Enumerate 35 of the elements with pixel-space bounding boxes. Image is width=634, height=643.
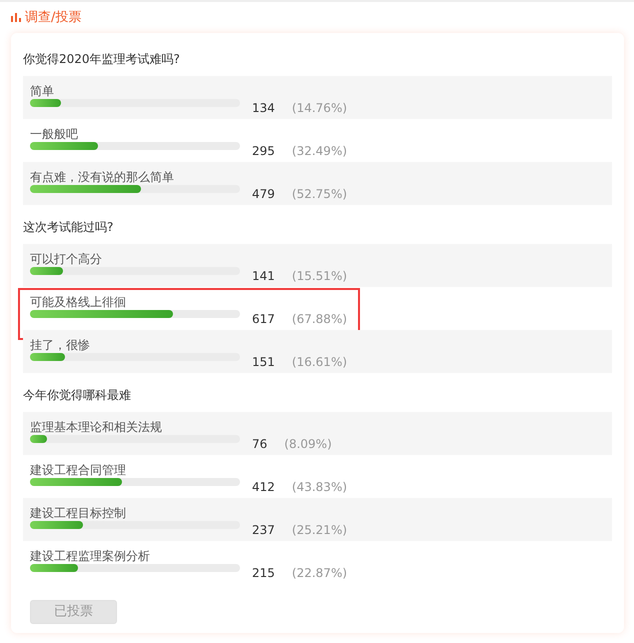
vote-count: 76	[252, 437, 268, 451]
question-title: 你觉得2020年监理考试难吗?	[23, 51, 181, 68]
vote-percent: (25.21%)	[292, 523, 348, 537]
vote-percent: (67.88%)	[292, 312, 348, 326]
vote-percent: (22.87%)	[292, 566, 348, 580]
vote-count: 215	[252, 566, 275, 580]
option-label: 监理基本理论和相关法规	[30, 419, 163, 435]
vote-count: 479	[252, 187, 275, 201]
question-title: 今年你觉得哪科最难	[23, 387, 132, 404]
option-label: 有点难，没有说的那么简单	[30, 169, 175, 185]
vote-count: 141	[252, 269, 275, 283]
vote-percent: (16.61%)	[292, 355, 348, 369]
option-label: 建设工程目标控制	[30, 505, 127, 521]
vote-count: 617	[252, 312, 275, 326]
vote-count: 412	[252, 480, 275, 494]
vote-percent: (32.49%)	[292, 144, 348, 158]
option-label: 建设工程合同管理	[30, 462, 127, 478]
option-label: 可能及格线上徘徊	[30, 294, 127, 310]
vote-count: 295	[252, 144, 275, 158]
option-label: 一般般吧	[30, 126, 79, 142]
question-title: 这次考试能过吗?	[23, 219, 114, 236]
vote-percent: (8.09%)	[284, 437, 332, 451]
vote-count: 151	[252, 355, 275, 369]
vote-count: 134	[252, 101, 275, 115]
section-title: 调查/投票	[25, 8, 82, 27]
option-label: 挂了，很惨	[30, 337, 91, 353]
option-label: 简单	[30, 83, 55, 99]
vote-percent: (52.75%)	[292, 187, 348, 201]
vote-percent: (14.76%)	[292, 101, 348, 115]
option-label: 可以打个高分	[30, 251, 103, 267]
vote-count: 237	[252, 523, 275, 537]
vote-percent: (15.51%)	[292, 269, 348, 283]
vote-percent: (43.83%)	[292, 480, 348, 494]
bar-chart-icon	[11, 13, 21, 22]
option-label: 建设工程监理案例分析	[30, 548, 151, 564]
